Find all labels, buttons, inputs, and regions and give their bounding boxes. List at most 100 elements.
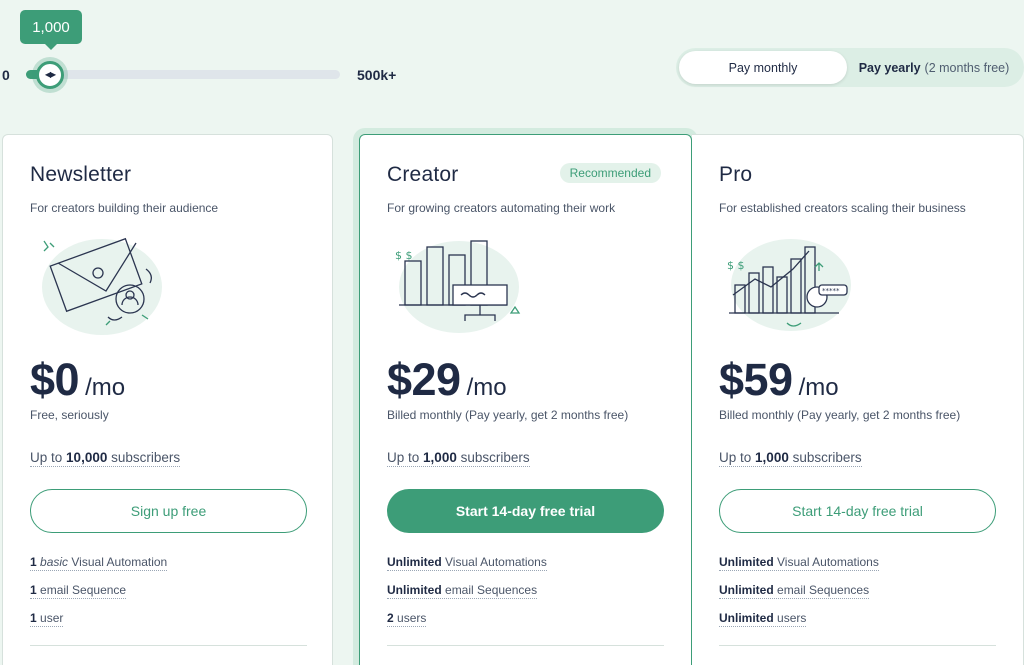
plan-card-newsletter: Newsletter For creators building their a…: [2, 134, 333, 665]
feature-strong: Unlimited: [387, 583, 442, 597]
plan-name: Pro: [719, 163, 753, 186]
growth-chart-illustration-icon: ***** $ $: [727, 239, 851, 331]
feature-text: 1 basic Visual Automation: [30, 555, 168, 571]
sign-up-free-button[interactable]: Sign up free: [30, 489, 307, 533]
feature-text: Unlimited Visual Automations: [719, 555, 879, 571]
svg-text:$ $: $ $: [727, 259, 745, 272]
slider-min-label: 0: [2, 67, 10, 83]
plan-price: $0 /mo: [30, 354, 305, 406]
feature-label: Visual Automations: [445, 555, 547, 569]
plan-tagline: For creators building their audience: [30, 201, 219, 215]
feature-label: email Sequences: [777, 583, 870, 597]
pay-monthly-label: Pay monthly: [728, 60, 798, 75]
feature-strong: 1: [30, 611, 37, 625]
price-amount: $0: [30, 354, 80, 405]
left-right-arrows-icon: ◀▶: [44, 70, 56, 79]
feature-item: Unlimited Visual Automations: [719, 555, 996, 571]
subs-suffix: subscribers: [792, 450, 862, 465]
start-free-trial-button[interactable]: Start 14-day free trial: [387, 489, 664, 533]
svg-text:*****: *****: [822, 287, 840, 295]
feature-label: user: [40, 611, 64, 625]
subs-prefix: Up to: [387, 450, 420, 465]
feature-label: email Sequence: [40, 583, 127, 597]
slider-track[interactable]: [26, 70, 340, 79]
subs-suffix: subscribers: [111, 450, 181, 465]
subs-count: 1,000: [423, 450, 457, 465]
divider: [30, 645, 307, 646]
price-period: /mo: [466, 374, 507, 401]
feature-strong: Unlimited: [387, 555, 442, 569]
slider-value-label: 1,000: [32, 18, 70, 36]
subscriber-limit: Up to 1,000 subscribers: [387, 450, 530, 467]
plan-price: $59 /mo: [719, 354, 996, 406]
feature-label: users: [777, 611, 807, 625]
feature-strong: 1: [30, 583, 37, 597]
subs-prefix: Up to: [719, 450, 752, 465]
feature-list: 1 basic Visual Automation 1 email Sequen…: [30, 555, 305, 627]
subscriber-limit: Up to 1,000 subscribers: [719, 450, 862, 467]
price-period: /mo: [798, 374, 839, 401]
plan-card-creator: Creator Recommended For growing creators…: [359, 134, 692, 665]
subs-count: 10,000: [66, 450, 108, 465]
billing-toggle: Pay monthly Pay yearly (2 months free): [676, 48, 1024, 87]
feature-label: email Sequences: [445, 583, 538, 597]
feature-strong: Unlimited: [719, 583, 774, 597]
cta-label: Start 14-day free trial: [792, 503, 923, 519]
feature-list: Unlimited Visual Automations Unlimited e…: [387, 555, 664, 627]
price-amount: $29: [387, 354, 461, 405]
billing-note: Free, seriously: [30, 408, 109, 422]
plan-tagline: For growing creators automating their wo…: [387, 201, 616, 215]
feature-item: Unlimited Visual Automations: [387, 555, 664, 571]
pay-yearly-sub: (2 months free): [924, 60, 1010, 75]
envelope-illustration-icon: [42, 237, 162, 335]
subs-count: 1,000: [755, 450, 789, 465]
feature-item: 2 users: [387, 611, 664, 627]
plan-name: Newsletter: [30, 163, 132, 186]
pay-monthly-option[interactable]: Pay monthly: [679, 51, 847, 84]
feature-item: Unlimited email Sequences: [387, 583, 664, 599]
feature-text: Unlimited email Sequences: [387, 583, 538, 599]
price-amount: $59: [719, 354, 793, 405]
recommended-badge: Recommended: [559, 163, 661, 183]
slider-max-label: 500k+: [357, 67, 397, 83]
subs-suffix: subscribers: [460, 450, 530, 465]
feature-item: Unlimited email Sequences: [719, 583, 996, 599]
feature-item: 1 user: [30, 611, 305, 627]
cta-label: Start 14-day free trial: [455, 503, 596, 519]
feature-text: 2 users: [387, 611, 427, 627]
pay-yearly-option[interactable]: Pay yearly (2 months free): [847, 51, 1021, 84]
price-period: /mo: [85, 374, 126, 401]
feature-label: Visual Automation: [71, 555, 168, 569]
feature-label: Visual Automations: [777, 555, 879, 569]
plan-card-pro: Pro For established creators scaling the…: [692, 134, 1024, 665]
feature-label: users: [397, 611, 427, 625]
cta-label: Sign up free: [130, 503, 207, 519]
feature-em: basic: [40, 555, 69, 569]
divider: [387, 645, 664, 646]
start-free-trial-button[interactable]: Start 14-day free trial: [719, 489, 996, 533]
pay-yearly-label: Pay yearly: [858, 60, 921, 75]
feature-strong: Unlimited: [719, 555, 774, 569]
slider-thumb-handle[interactable]: ◀▶: [35, 61, 64, 89]
plan-tagline: For established creators scaling their b…: [719, 201, 966, 215]
subscriber-limit: Up to 10,000 subscribers: [30, 450, 181, 467]
subscriber-slider: 1,000 0 ◀▶ 500k+: [0, 0, 420, 100]
feature-item: Unlimited users: [719, 611, 996, 627]
bar-chart-illustration-icon: $ $: [395, 240, 521, 333]
feature-text: Unlimited email Sequences: [719, 583, 870, 599]
slider-value-bubble: 1,000: [20, 10, 82, 50]
feature-text: Unlimited Visual Automations: [387, 555, 547, 571]
subs-prefix: Up to: [30, 450, 63, 465]
feature-strong: Unlimited: [719, 611, 774, 625]
billing-note: Billed monthly (Pay yearly, get 2 months…: [387, 408, 629, 422]
svg-text:$ $: $ $: [395, 249, 413, 262]
feature-strong: 2: [387, 611, 394, 625]
feature-text: 1 email Sequence: [30, 583, 127, 599]
feature-item: 1 email Sequence: [30, 583, 305, 599]
feature-item: 1 basic Visual Automation: [30, 555, 305, 571]
feature-text: Unlimited users: [719, 611, 807, 627]
plan-price: $29 /mo: [387, 354, 664, 406]
feature-text: 1 user: [30, 611, 64, 627]
billing-note: Billed monthly (Pay yearly, get 2 months…: [719, 408, 961, 422]
feature-strong: 1: [30, 555, 37, 569]
